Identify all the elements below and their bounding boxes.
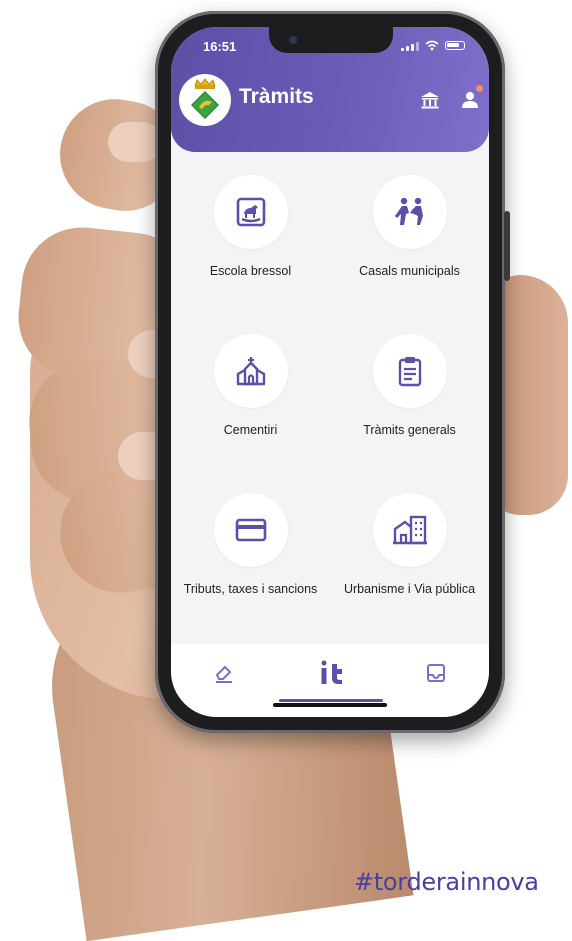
credit-card-icon — [235, 518, 266, 542]
phone-notch — [269, 27, 393, 53]
tile-icon-circle — [213, 493, 288, 567]
phone-device: 16:51 Tràmits Escola bressol Casals muni… — [155, 11, 510, 733]
phone-screen: 16:51 Tràmits Escola bressol Casals muni… — [171, 27, 489, 717]
buildings-icon — [392, 515, 427, 545]
tile-label: Escola bressol — [209, 264, 292, 278]
status-time: 16:51 — [203, 39, 237, 54]
tile-tramits-generals[interactable]: Tràmits generals — [330, 334, 489, 438]
active-tab-indicator — [279, 699, 383, 702]
tile-icon-circle — [372, 493, 447, 567]
nav-home-it[interactable] — [315, 658, 349, 688]
fingernail — [108, 122, 162, 162]
tile-escola-bressol[interactable]: Escola bressol — [171, 175, 330, 279]
camera-lens — [289, 36, 297, 44]
eraser-icon — [215, 665, 232, 683]
people-playing-icon — [394, 197, 423, 225]
tile-cementiri[interactable]: Cementiri — [171, 334, 330, 438]
tile-icon-circle — [372, 334, 447, 408]
town-hall-icon[interactable] — [419, 89, 441, 111]
app-title: Tràmits — [239, 85, 314, 108]
tile-icon-circle — [213, 334, 288, 408]
campaign-hashtag: #torderainnova — [354, 868, 539, 896]
user-profile-icon[interactable] — [459, 89, 481, 111]
clipboard-icon — [398, 357, 421, 387]
battery-icon — [445, 41, 465, 50]
home-indicator[interactable] — [273, 703, 387, 707]
tile-icon-circle — [213, 175, 288, 249]
it-logo-icon — [321, 660, 342, 684]
status-icons — [401, 40, 465, 51]
notification-badge — [476, 85, 483, 92]
tile-label: Casals municipals — [359, 264, 460, 278]
tile-label: Cementiri — [223, 423, 278, 437]
rocking-horse-icon — [236, 197, 265, 227]
chapel-icon — [236, 357, 265, 386]
tile-urbanisme-via-publica[interactable]: Urbanisme i Via pública — [330, 493, 489, 597]
inbox-icon — [427, 664, 445, 682]
tile-label: Tràmits generals — [363, 423, 456, 437]
nav-inbox[interactable] — [421, 658, 451, 688]
nav-eraser[interactable] — [209, 658, 239, 688]
tile-icon-circle — [372, 175, 447, 249]
app-header: 16:51 Tràmits — [171, 27, 489, 152]
tile-label: Tributs, taxes i sancions — [183, 582, 318, 596]
tile-label: Urbanisme i Via pública — [343, 582, 476, 596]
tile-tributs-taxes-sancions[interactable]: Tributs, taxes i sancions — [171, 493, 330, 597]
phone-side-button — [504, 211, 510, 281]
town-coat-of-arms-logo[interactable] — [179, 74, 231, 126]
wifi-icon — [425, 40, 439, 51]
tile-casals-municipals[interactable]: Casals municipals — [330, 175, 489, 279]
signal-icon — [401, 41, 419, 51]
